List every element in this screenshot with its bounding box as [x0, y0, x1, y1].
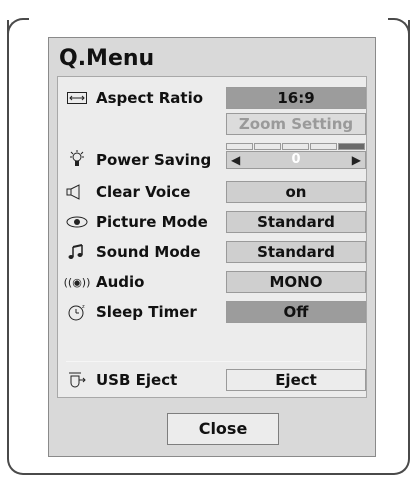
sleep-timer-value[interactable]: Off [226, 301, 366, 323]
power-saving-bar[interactable]: ◀ 0 ▶ [226, 151, 366, 169]
audio-label: Audio [96, 273, 145, 291]
power-saving-label: Power Saving [96, 151, 212, 169]
right-arrow-icon[interactable]: ▶ [352, 152, 361, 168]
row-sound-mode[interactable]: Sound Mode Standard [58, 240, 366, 264]
picture-mode-value[interactable]: Standard [226, 211, 366, 233]
row-power-saving[interactable]: Power Saving ◀ 0 ▶ [58, 142, 366, 172]
row-clear-voice[interactable]: Clear Voice on [58, 180, 366, 204]
sound-mode-value[interactable]: Standard [226, 241, 366, 263]
sound-mode-icon [66, 243, 88, 261]
row-picture-mode[interactable]: Picture Mode Standard [58, 210, 366, 234]
power-saving-level-ticks [226, 143, 366, 150]
audio-value[interactable]: MONO [226, 271, 366, 293]
sleep-timer-label: Sleep Timer [96, 303, 197, 321]
usb-eject-label: USB Eject [96, 371, 178, 389]
svg-text:z: z [82, 304, 85, 310]
row-aspect-ratio[interactable]: Aspect Ratio 16:9 [58, 86, 366, 110]
aspect-ratio-icon [66, 89, 88, 107]
sleep-timer-icon: z [66, 303, 88, 321]
clear-voice-icon [66, 183, 88, 201]
power-saving-value: 0 [291, 152, 301, 167]
power-saving-slider[interactable]: ◀ 0 ▶ [226, 143, 366, 169]
aspect-ratio-label: Aspect Ratio [96, 89, 204, 107]
row-usb-eject[interactable]: USB Eject Eject [58, 368, 366, 392]
usb-eject-button[interactable]: Eject [226, 369, 366, 391]
zoom-setting-button: Zoom Setting [226, 113, 366, 135]
left-arrow-icon[interactable]: ◀ [231, 152, 240, 168]
audio-icon: ((◉)) [63, 275, 91, 289]
power-saving-icon [66, 150, 88, 168]
row-sleep-timer[interactable]: z Sleep Timer Off [58, 300, 366, 324]
row-zoom-setting: Zoom Setting [58, 112, 366, 136]
q-menu: Q.Menu Aspect Ratio 16:9 Zoom Setting Po… [48, 37, 376, 457]
aspect-ratio-value[interactable]: 16:9 [226, 87, 366, 109]
divider [66, 361, 360, 362]
usb-eject-icon [66, 371, 88, 389]
clear-voice-label: Clear Voice [96, 183, 191, 201]
picture-mode-icon [66, 213, 88, 231]
menu-title: Q.Menu [59, 46, 155, 71]
picture-mode-label: Picture Mode [96, 213, 208, 231]
clear-voice-value[interactable]: on [226, 181, 366, 203]
row-audio[interactable]: ((◉)) Audio MONO [58, 270, 366, 294]
sound-mode-label: Sound Mode [96, 243, 201, 261]
close-button[interactable]: Close [167, 413, 279, 445]
settings-panel: Aspect Ratio 16:9 Zoom Setting Power Sav… [57, 76, 367, 398]
